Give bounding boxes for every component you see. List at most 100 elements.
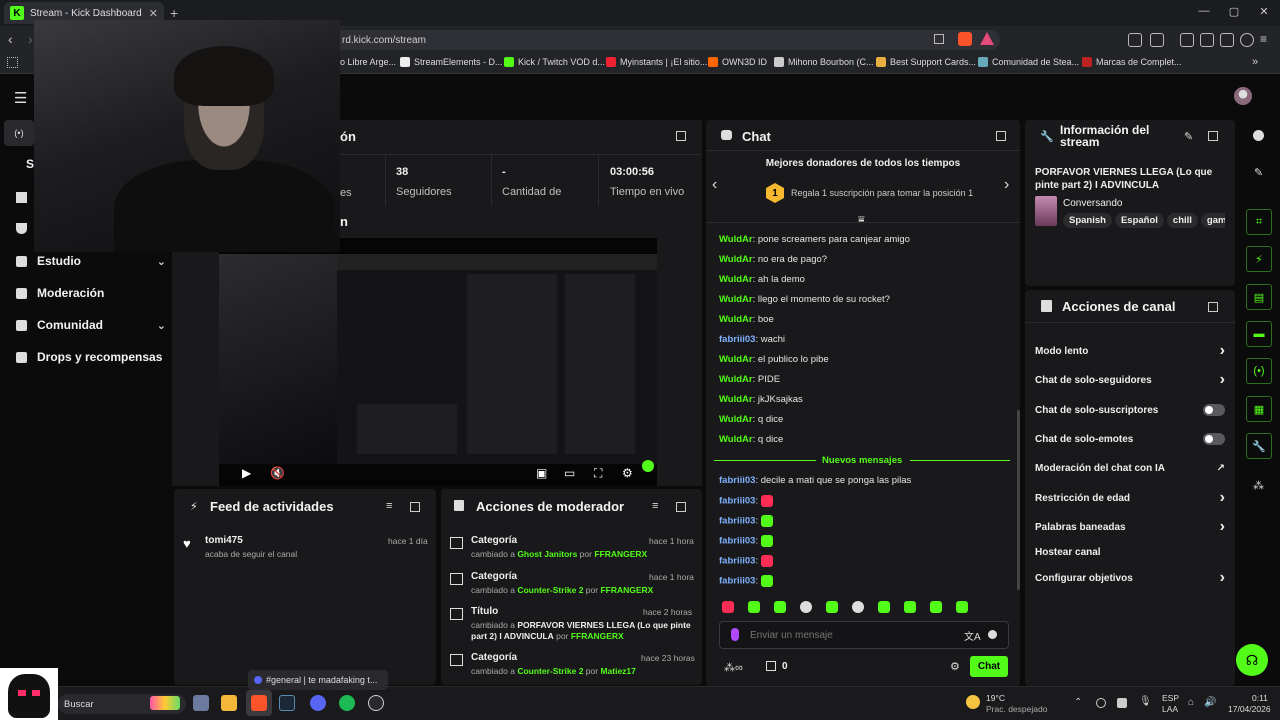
- chat-username[interactable]: WuldAr: [719, 294, 753, 305]
- fullscreen-icon[interactable]: ⛶: [594, 466, 602, 481]
- apps-grid-icon[interactable]: [7, 57, 18, 68]
- support-chat-icon[interactable]: ☊: [1236, 644, 1268, 676]
- back-icon[interactable]: ‹: [8, 31, 13, 47]
- emote-icon[interactable]: [748, 601, 760, 613]
- channel-action-item[interactable]: Moderación del chat con IA ↗: [1035, 461, 1225, 475]
- tag[interactable]: chill: [1166, 213, 1198, 228]
- bookmark-item[interactable]: Kick / Twitch VOD d...: [504, 57, 605, 67]
- send-chat-button[interactable]: Chat: [970, 656, 1008, 677]
- minimize-icon[interactable]: —: [1192, 5, 1216, 17]
- play-icon[interactable]: ▶: [242, 466, 251, 480]
- sidebar-toggle-icon[interactable]: [1180, 33, 1194, 47]
- popout-icon[interactable]: [996, 131, 1006, 141]
- category-thumbnail[interactable]: [1035, 196, 1057, 226]
- new-tab-button[interactable]: +: [170, 5, 178, 21]
- language-code[interactable]: ESP: [1162, 693, 1179, 703]
- emote-icon[interactable]: [852, 601, 864, 613]
- sidebar-item-drops[interactable]: Drops y recompensas: [16, 347, 166, 367]
- chat-username[interactable]: WuldAr: [719, 434, 753, 445]
- chat-username[interactable]: fabriii03: [719, 576, 755, 587]
- gift-icon[interactable]: [766, 661, 776, 671]
- chat-username[interactable]: WuldAr: [719, 374, 753, 385]
- weather-icon[interactable]: [966, 695, 980, 709]
- rail-button-clip[interactable]: ⌗: [1246, 209, 1272, 235]
- chat-scrollbar[interactable]: [1017, 410, 1020, 590]
- analytics-icon[interactable]: [16, 192, 27, 203]
- extensions-icon[interactable]: [1128, 33, 1142, 47]
- clock-date[interactable]: 17/04/2026: [1228, 704, 1271, 714]
- language-code-2[interactable]: LAA: [1162, 704, 1178, 714]
- rail-button-clipboard[interactable]: ▤: [1246, 284, 1272, 310]
- sidebar-item-estudio[interactable]: Estudio ⌄: [16, 251, 166, 271]
- feed-user[interactable]: tomi475: [205, 535, 243, 546]
- brave-browser-icon[interactable]: [251, 695, 267, 711]
- emote-icon[interactable]: [774, 601, 786, 613]
- edit-pencil-icon[interactable]: ✎: [1254, 166, 1263, 179]
- menu-icon[interactable]: ≡: [1260, 32, 1267, 46]
- more-widgets-icon[interactable]: ⁂: [1253, 479, 1264, 492]
- maximize-icon[interactable]: ▢: [1222, 5, 1246, 18]
- tray-icon[interactable]: [1117, 698, 1127, 708]
- brave-rewards-icon[interactable]: [980, 32, 994, 45]
- emote-icon[interactable]: [904, 601, 916, 613]
- chat-username[interactable]: WuldAr: [719, 414, 753, 425]
- channel-action-item[interactable]: Configurar objetivos ›: [1035, 569, 1225, 586]
- chat-username[interactable]: WuldAr: [719, 314, 753, 325]
- more-bookmarks-icon[interactable]: »: [1252, 56, 1258, 68]
- channel-action-item[interactable]: Restricción de edad ›: [1035, 489, 1225, 506]
- brave-shield-icon[interactable]: [958, 32, 972, 46]
- popout-icon[interactable]: [1208, 302, 1218, 312]
- chat-username[interactable]: WuldAr: [719, 234, 753, 245]
- filter-icon[interactable]: ≡: [652, 500, 658, 512]
- emote-icon[interactable]: [878, 601, 890, 613]
- channel-action-item[interactable]: Chat de solo-emotes: [1035, 432, 1225, 446]
- spotify-icon[interactable]: [339, 695, 355, 711]
- channel-action-item[interactable]: Chat de solo-suscriptores: [1035, 403, 1225, 417]
- microphone-icon[interactable]: [731, 628, 739, 641]
- channel-action-item[interactable]: Palabras baneadas ›: [1035, 518, 1225, 535]
- chat-username[interactable]: fabriii03: [719, 334, 755, 345]
- mute-icon[interactable]: 🔇: [270, 466, 285, 480]
- emote-icon[interactable]: [956, 601, 968, 613]
- address-bar[interactable]: rd.kick.com/stream: [330, 30, 1000, 50]
- network-icon[interactable]: ⌂: [1188, 697, 1194, 708]
- bookmark-item[interactable]: Marcas de Complet...: [1082, 57, 1182, 67]
- close-tab-icon[interactable]: ✕: [149, 7, 158, 20]
- community-points-icon[interactable]: ⁂∞: [724, 661, 743, 674]
- forward-icon[interactable]: ›: [28, 31, 33, 47]
- popout-icon[interactable]: [1208, 131, 1218, 141]
- tag[interactable]: gam: [1200, 213, 1225, 228]
- bookmark-item[interactable]: Best Support Cards...: [876, 57, 976, 67]
- chevron-left-icon[interactable]: ‹: [712, 176, 717, 194]
- chevron-up-icon[interactable]: ⌃: [1074, 697, 1082, 708]
- channel-action-item[interactable]: Hostear canal: [1035, 545, 1225, 559]
- chat-username[interactable]: WuldAr: [719, 274, 753, 285]
- rail-button-lightning[interactable]: ⚡: [1246, 246, 1272, 272]
- pip-icon[interactable]: ▣: [536, 466, 547, 480]
- hamburger-menu-icon[interactable]: ☰: [14, 89, 27, 107]
- chat-username[interactable]: fabriii03: [719, 556, 755, 567]
- channel-action-item[interactable]: Modo lento ›: [1035, 342, 1225, 359]
- file-explorer-icon[interactable]: [221, 695, 237, 711]
- rail-button-wrench[interactable]: 🔧: [1246, 433, 1272, 459]
- bookmark-item[interactable]: Mihono Bourbon (C...: [774, 57, 874, 67]
- bookmark-item[interactable]: Myinstants | ¡El sitio...: [606, 57, 707, 67]
- chat-username[interactable]: fabriii03: [719, 496, 755, 507]
- pinned-icon[interactable]: ⩸: [858, 214, 865, 227]
- popout-icon[interactable]: [676, 131, 686, 141]
- sidebar-item-comunidad[interactable]: Comunidad ⌄: [16, 315, 166, 335]
- trophy-icon[interactable]: [16, 223, 27, 234]
- tag[interactable]: Español: [1114, 213, 1164, 228]
- edit-pencil-icon[interactable]: ✎: [1184, 130, 1193, 143]
- info-icon[interactable]: [1253, 130, 1264, 141]
- volume-icon[interactable]: 🔊: [1204, 697, 1216, 708]
- stream-preview-video[interactable]: [219, 238, 657, 486]
- category-name[interactable]: Conversando: [1063, 198, 1122, 209]
- toggle-switch[interactable]: [1203, 433, 1225, 445]
- vpn-shield-icon[interactable]: [1240, 33, 1254, 47]
- channel-action-item[interactable]: Chat de solo-seguidores ›: [1035, 371, 1225, 388]
- task-view-icon[interactable]: [193, 695, 209, 711]
- bookmark-item[interactable]: StreamElements - D...: [400, 57, 503, 67]
- clock-time[interactable]: 0:11: [1252, 693, 1268, 703]
- chat-settings-icon[interactable]: ⚙: [950, 660, 960, 673]
